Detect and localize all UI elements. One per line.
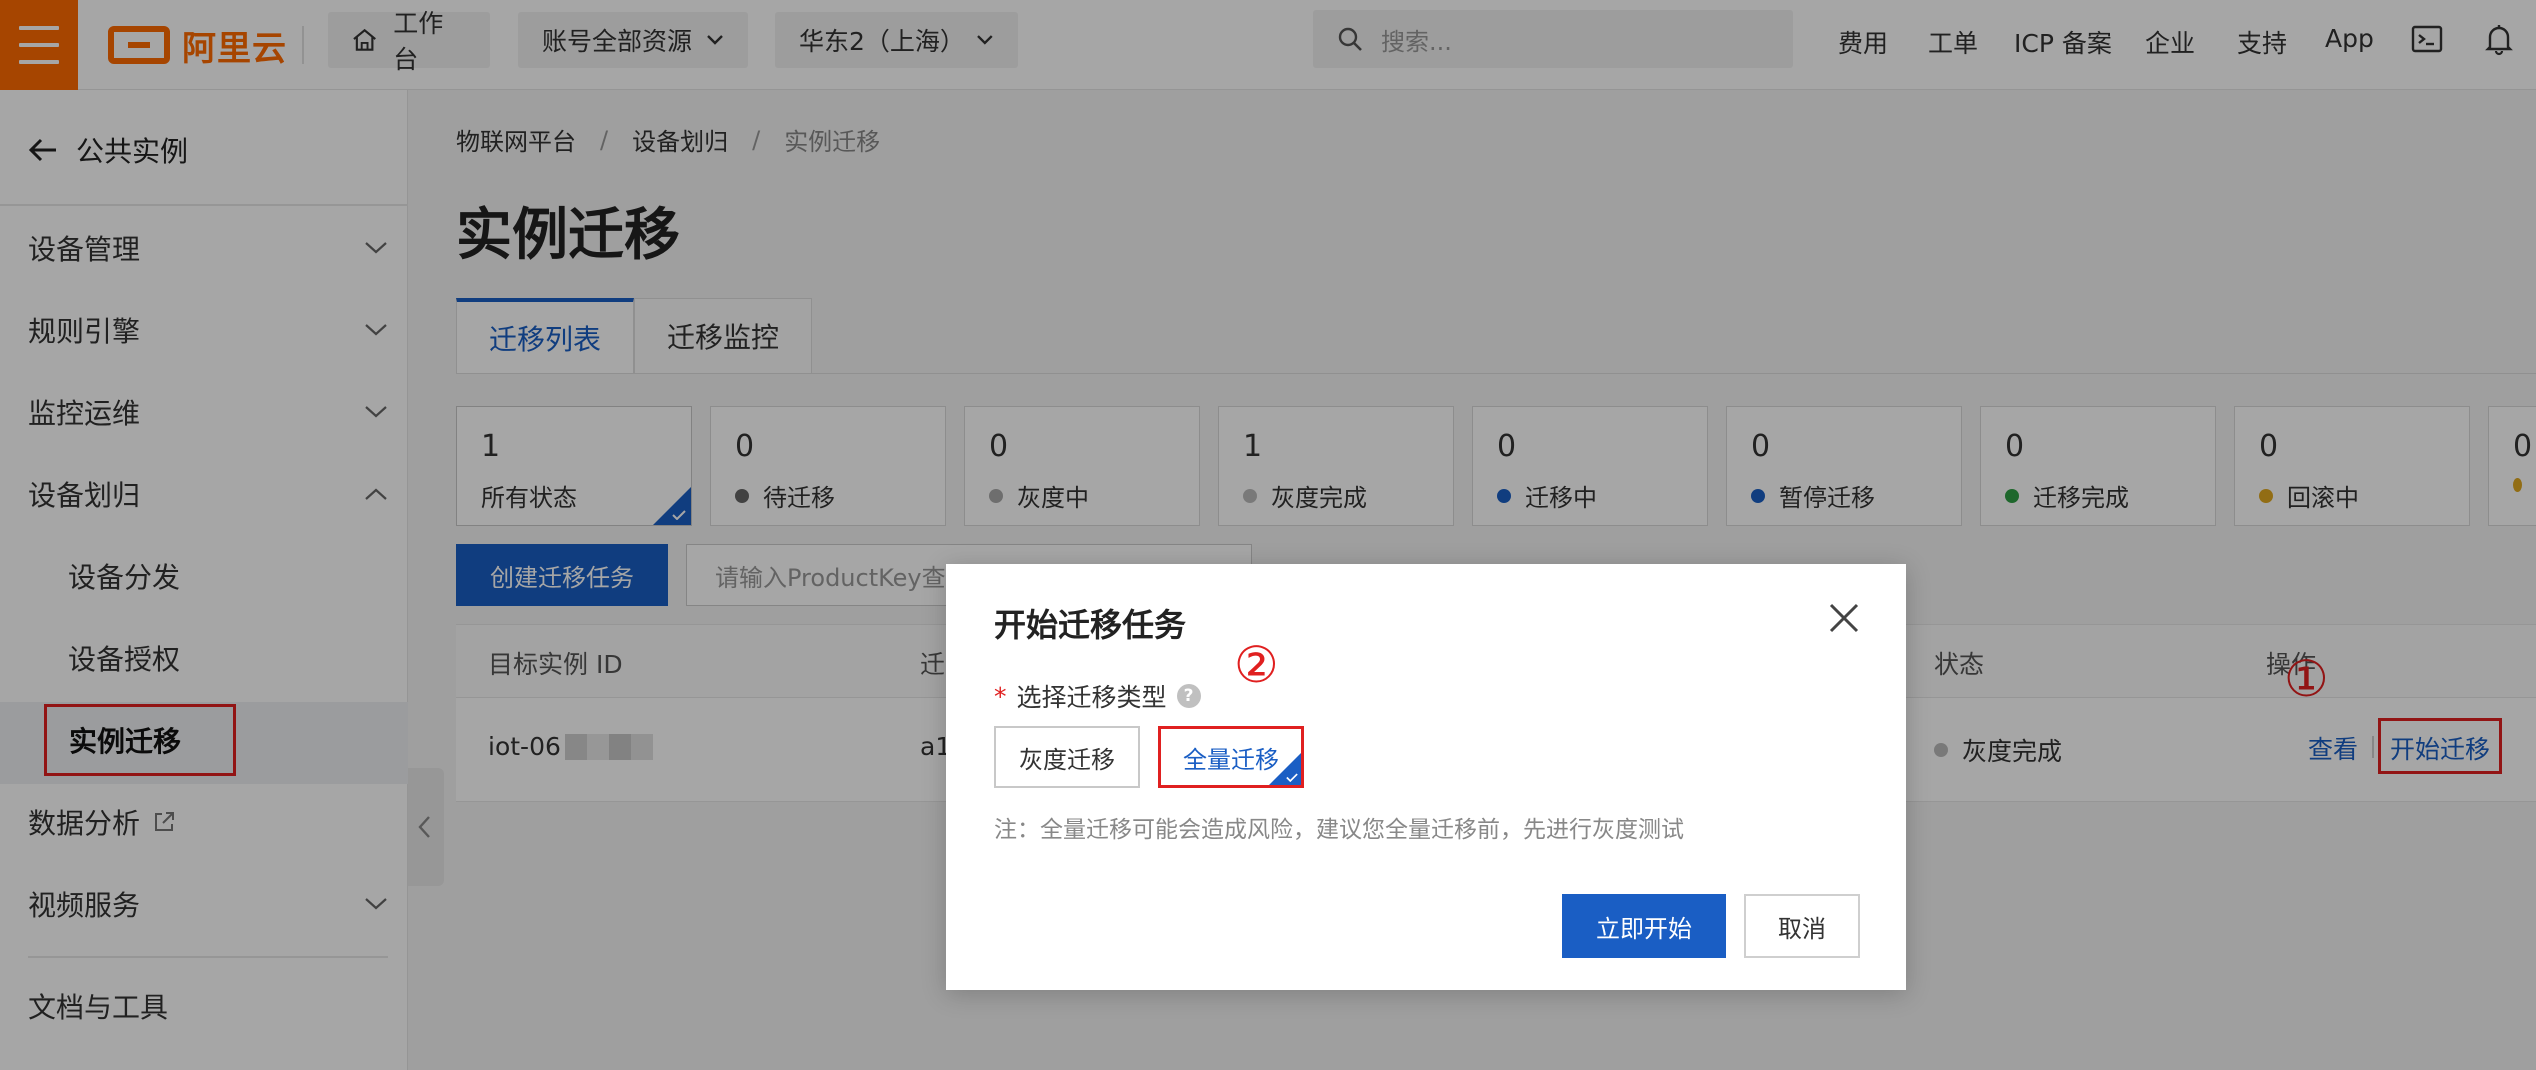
check-icon xyxy=(1286,773,1298,782)
close-icon[interactable] xyxy=(1828,602,1860,634)
dialog-title: 开始迁移任务 xyxy=(994,606,1187,644)
step-2-annotation: ② xyxy=(1234,636,1279,694)
required-mark: * xyxy=(994,681,1007,711)
option-gray-migration[interactable]: 灰度迁移 xyxy=(994,726,1140,788)
start-migration-dialog: 开始迁移任务 * 选择迁移类型 ? ② 灰度迁移 全量迁移 注：全量迁移可能会造… xyxy=(946,564,1906,990)
cancel-button[interactable]: 取消 xyxy=(1744,894,1860,958)
migration-type-label: * 选择迁移类型 ? xyxy=(994,678,1201,714)
option-label: 全量迁移 xyxy=(1183,745,1279,774)
start-now-button[interactable]: 立即开始 xyxy=(1562,894,1726,958)
option-full-migration[interactable]: 全量迁移 xyxy=(1158,726,1304,788)
help-icon[interactable]: ? xyxy=(1176,684,1201,708)
field-label: 选择迁移类型 xyxy=(1016,683,1167,712)
risk-note: 注：全量迁移可能会造成风险，建议您全量迁移前，先进行灰度测试 xyxy=(994,817,1684,843)
